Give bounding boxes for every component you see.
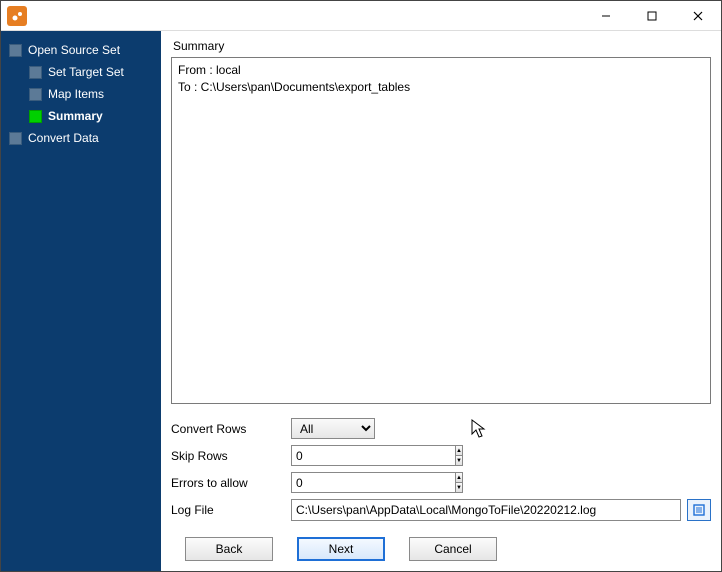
log-file-browse-button[interactable] xyxy=(687,499,711,521)
skip-rows-spinner[interactable]: ▲ ▼ xyxy=(291,445,375,466)
step-label: Open Source Set xyxy=(28,43,120,57)
wizard-window: Open Source Set Set Target Set Map Items Su… xyxy=(0,0,722,572)
next-button[interactable]: Next xyxy=(297,537,385,561)
step-marker-icon xyxy=(9,44,22,57)
summary-label: Summary xyxy=(171,37,711,57)
button-bar: Back Next Cancel xyxy=(171,527,711,561)
main-panel: Summary From : local To : C:\Users\pan\D… xyxy=(161,31,721,571)
step-label: Map Items xyxy=(48,87,104,101)
errors-allow-down-icon[interactable]: ▼ xyxy=(456,483,462,492)
step-label: Convert Data xyxy=(28,131,99,145)
errors-allow-input[interactable] xyxy=(291,472,455,493)
errors-allow-up-icon[interactable]: ▲ xyxy=(456,473,462,483)
step-marker-icon xyxy=(29,88,42,101)
app-icon xyxy=(7,6,27,26)
wizard-step-summary[interactable]: Summary xyxy=(1,105,161,127)
log-file-input[interactable] xyxy=(291,499,681,521)
step-marker-icon xyxy=(29,110,42,123)
errors-allow-spinner[interactable]: ▲ ▼ xyxy=(291,472,375,493)
maximize-button[interactable] xyxy=(629,1,675,31)
convert-rows-select[interactable]: All xyxy=(291,418,375,439)
errors-allow-label: Errors to allow xyxy=(171,476,291,490)
skip-rows-label: Skip Rows xyxy=(171,449,291,463)
log-file-label: Log File xyxy=(171,503,291,517)
skip-rows-down-icon[interactable]: ▼ xyxy=(456,456,462,465)
minimize-button[interactable] xyxy=(583,1,629,31)
step-marker-icon xyxy=(29,66,42,79)
back-button[interactable]: Back xyxy=(185,537,273,561)
summary-textbox[interactable]: From : local To : C:\Users\pan\Documents… xyxy=(171,57,711,404)
convert-rows-label: Convert Rows xyxy=(171,422,291,436)
wizard-step-open-source-set[interactable]: Open Source Set xyxy=(1,39,161,61)
wizard-step-convert-data[interactable]: Convert Data xyxy=(1,127,161,149)
step-label: Set Target Set xyxy=(48,65,124,79)
wizard-step-map-items[interactable]: Map Items xyxy=(1,83,161,105)
titlebar xyxy=(1,1,721,31)
step-marker-icon xyxy=(9,132,22,145)
step-label: Summary xyxy=(48,109,103,123)
wizard-step-set-target-set[interactable]: Set Target Set xyxy=(1,61,161,83)
close-button[interactable] xyxy=(675,1,721,31)
wizard-sidebar: Open Source Set Set Target Set Map Items Su… xyxy=(1,31,161,571)
skip-rows-input[interactable] xyxy=(291,445,455,466)
skip-rows-up-icon[interactable]: ▲ xyxy=(456,446,462,456)
cancel-button[interactable]: Cancel xyxy=(409,537,497,561)
